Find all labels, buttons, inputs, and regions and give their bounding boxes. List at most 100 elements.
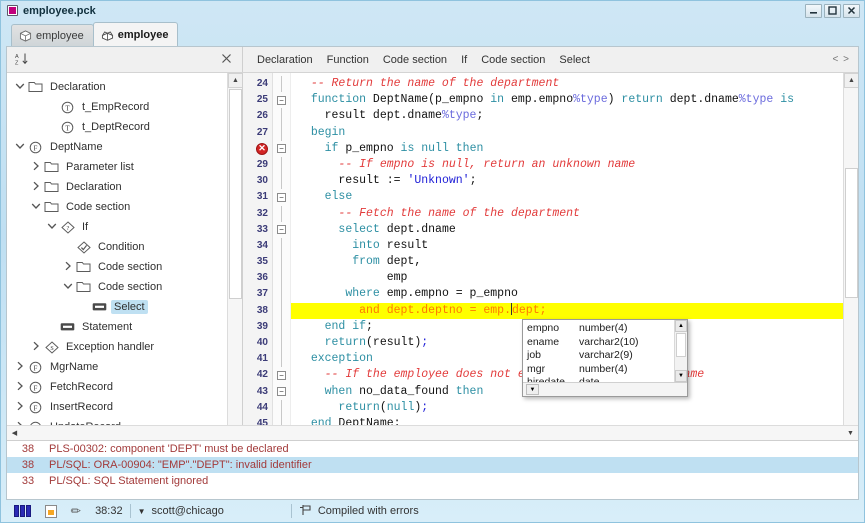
code-line[interactable]: -- Return the name of the department bbox=[291, 76, 858, 92]
tree-node-declaration[interactable]: Declaration bbox=[7, 77, 242, 97]
tree-node-updaterecord[interactable]: FUpdateRecord bbox=[7, 417, 242, 425]
code-line[interactable]: -- Fetch the name of the department bbox=[291, 206, 858, 222]
compiler-errors-list[interactable]: 38PLS-00302: component 'DEPT' must be de… bbox=[7, 440, 858, 499]
autocomplete-item[interactable]: mgrnumber(4) bbox=[527, 363, 674, 377]
error-row[interactable]: 38PLS-00302: component 'DEPT' must be de… bbox=[7, 441, 858, 457]
code-line[interactable]: from dept, bbox=[291, 254, 858, 270]
tree-node-parameter-list[interactable]: Parameter list bbox=[7, 157, 242, 177]
chevron-down-icon[interactable] bbox=[13, 81, 27, 94]
fold-toggle-icon[interactable]: − bbox=[273, 384, 290, 400]
tree-node-t-deptrecord[interactable]: Tt_DeptRecord bbox=[7, 117, 242, 137]
pen-icon[interactable]: ✎ bbox=[64, 503, 88, 519]
maximize-button[interactable] bbox=[824, 4, 841, 18]
breadcrumb-item-select[interactable]: Select bbox=[553, 51, 596, 69]
tree-scroll-thumb[interactable] bbox=[229, 89, 242, 299]
breadcrumb-item-code-section[interactable]: Code section bbox=[377, 51, 453, 69]
fold-toggle-icon[interactable]: − bbox=[273, 189, 290, 205]
autocomplete-list[interactable]: empnonumber(4)enamevarchar2(10)jobvarcha… bbox=[523, 320, 687, 382]
chevron-right-icon[interactable] bbox=[13, 361, 27, 374]
editor-scrollbar[interactable]: ▲ bbox=[843, 73, 858, 425]
chevron-right-icon[interactable] bbox=[13, 421, 27, 426]
chevron-right-icon[interactable] bbox=[29, 181, 43, 194]
tree-node-declaration[interactable]: Declaration bbox=[7, 177, 242, 197]
chevron-down-icon[interactable]: ▼ bbox=[138, 507, 146, 516]
sort-alpha-icon[interactable]: A Z bbox=[15, 52, 29, 68]
code-line[interactable]: and dept.deptno = emp.dept; bbox=[291, 303, 858, 319]
code-line[interactable]: select dept.dname bbox=[291, 222, 858, 238]
chevron-right-icon[interactable] bbox=[13, 401, 27, 414]
error-row[interactable]: 38PL/SQL: ORA-00904: "EMP"."DEPT": inval… bbox=[7, 457, 858, 473]
prev-next-nav[interactable]: < > bbox=[833, 47, 858, 72]
tree-node-exception-handler[interactable]: SException handler bbox=[7, 337, 242, 357]
scroll-up-icon[interactable]: ▲ bbox=[844, 73, 858, 88]
autocomplete-item[interactable]: enamevarchar2(10) bbox=[527, 336, 674, 350]
tree-node-t-emprecord[interactable]: Tt_EmpRecord bbox=[7, 97, 242, 117]
scroll-down-icon[interactable]: ▼ bbox=[675, 370, 687, 382]
chevron-down-icon[interactable] bbox=[61, 281, 75, 294]
more-dropdown-icon[interactable]: ▼ bbox=[526, 384, 539, 395]
tree-node-select[interactable]: Select bbox=[7, 297, 242, 317]
code-line[interactable]: into result bbox=[291, 238, 858, 254]
fold-toggle-icon[interactable]: − bbox=[273, 222, 290, 238]
breadcrumb-item-code-section-2[interactable]: Code section bbox=[475, 51, 551, 69]
close-button[interactable] bbox=[843, 4, 860, 18]
tree-node-deptname[interactable]: FDeptName bbox=[7, 137, 242, 157]
scroll-down-icon[interactable]: ▼ bbox=[843, 427, 858, 440]
tree-scrollbar[interactable]: ▲ bbox=[227, 73, 242, 425]
autocomplete-item[interactable]: jobvarchar2(9) bbox=[527, 349, 674, 363]
code-line[interactable]: result dept.dname%type; bbox=[291, 108, 858, 124]
prev-next-icon[interactable]: < > bbox=[833, 54, 850, 65]
breadcrumb-item-declaration[interactable]: Declaration bbox=[251, 51, 319, 69]
chevron-right-icon[interactable] bbox=[13, 381, 27, 394]
minimize-button[interactable] bbox=[805, 4, 822, 18]
code-line[interactable]: else bbox=[291, 189, 858, 205]
chevron-right-icon[interactable] bbox=[61, 261, 75, 274]
code-line[interactable]: begin bbox=[291, 125, 858, 141]
tree-node-condition[interactable]: Condition bbox=[7, 237, 242, 257]
editor-scroll-thumb[interactable] bbox=[845, 168, 858, 298]
code-line[interactable]: return(null); bbox=[291, 400, 858, 416]
scroll-left-icon[interactable]: ◀ bbox=[7, 427, 22, 440]
tree-node-code-section[interactable]: Code section bbox=[7, 197, 242, 217]
scroll-up-icon[interactable]: ▲ bbox=[675, 320, 687, 332]
fold-gutter[interactable]: −−−−−− bbox=[273, 73, 291, 425]
fold-toggle-icon[interactable]: − bbox=[273, 367, 290, 383]
breadcrumb-item-if[interactable]: If bbox=[455, 51, 473, 69]
tree-node-code-section[interactable]: Code section bbox=[7, 257, 242, 277]
editor-horizontal-scrollbar[interactable]: ◀ ▼ bbox=[7, 425, 858, 440]
error-icon[interactable]: ✕ bbox=[256, 143, 268, 155]
structure-tree-pane[interactable]: DeclarationTt_EmpRecordTt_DeptRecordFDep… bbox=[7, 73, 243, 425]
chevron-down-icon[interactable] bbox=[13, 141, 27, 154]
code-line[interactable]: function DeptName(p_empno in emp.empno%t… bbox=[291, 92, 858, 108]
autocomplete-scrollbar[interactable]: ▲ ▼ bbox=[674, 320, 687, 382]
autocomplete-scroll-thumb[interactable] bbox=[676, 333, 686, 357]
autocomplete-item[interactable]: empnonumber(4) bbox=[527, 322, 674, 336]
code-line[interactable]: if p_empno is null then bbox=[291, 141, 858, 157]
autocomplete-popup[interactable]: empnonumber(4)enamevarchar2(10)jobvarcha… bbox=[522, 319, 688, 397]
code-line[interactable]: end DeptName; bbox=[291, 416, 858, 425]
tree-node-mgrname[interactable]: FMgrName bbox=[7, 357, 242, 377]
fold-toggle-icon[interactable]: − bbox=[273, 141, 290, 157]
code-line[interactable]: emp bbox=[291, 270, 858, 286]
tab-employee-spec[interactable]: employee bbox=[11, 24, 94, 46]
autocomplete-item[interactable]: hiredatedate bbox=[527, 376, 674, 382]
document-icon[interactable] bbox=[38, 503, 64, 519]
chevron-down-icon[interactable] bbox=[45, 221, 59, 234]
tab-employee-body[interactable]: employee bbox=[93, 22, 179, 46]
connection-selector[interactable]: ▼ scott@chicago bbox=[131, 503, 231, 519]
tree-node-fetchrecord[interactable]: FFetchRecord bbox=[7, 377, 242, 397]
code-line[interactable]: result := 'Unknown'; bbox=[291, 173, 858, 189]
error-row[interactable]: 33PL/SQL: SQL Statement ignored bbox=[7, 473, 858, 489]
code-editor-pane[interactable]: 24252627✕2930313233343536373839404142434… bbox=[243, 73, 858, 425]
breadcrumb-item-function[interactable]: Function bbox=[321, 51, 375, 69]
chevron-down-icon[interactable] bbox=[29, 201, 43, 214]
code-line[interactable]: where emp.empno = p_empno bbox=[291, 286, 858, 302]
tree-node-code-section[interactable]: Code section bbox=[7, 277, 242, 297]
chevron-right-icon[interactable] bbox=[29, 341, 43, 354]
chevron-right-icon[interactable] bbox=[29, 161, 43, 174]
tree-node-insertrecord[interactable]: FInsertRecord bbox=[7, 397, 242, 417]
tree-node-statement[interactable]: Statement bbox=[7, 317, 242, 337]
scroll-up-icon[interactable]: ▲ bbox=[228, 73, 243, 88]
code-line[interactable]: -- If empno is null, return an unknown n… bbox=[291, 157, 858, 173]
tree-node-if[interactable]: ?If bbox=[7, 217, 242, 237]
